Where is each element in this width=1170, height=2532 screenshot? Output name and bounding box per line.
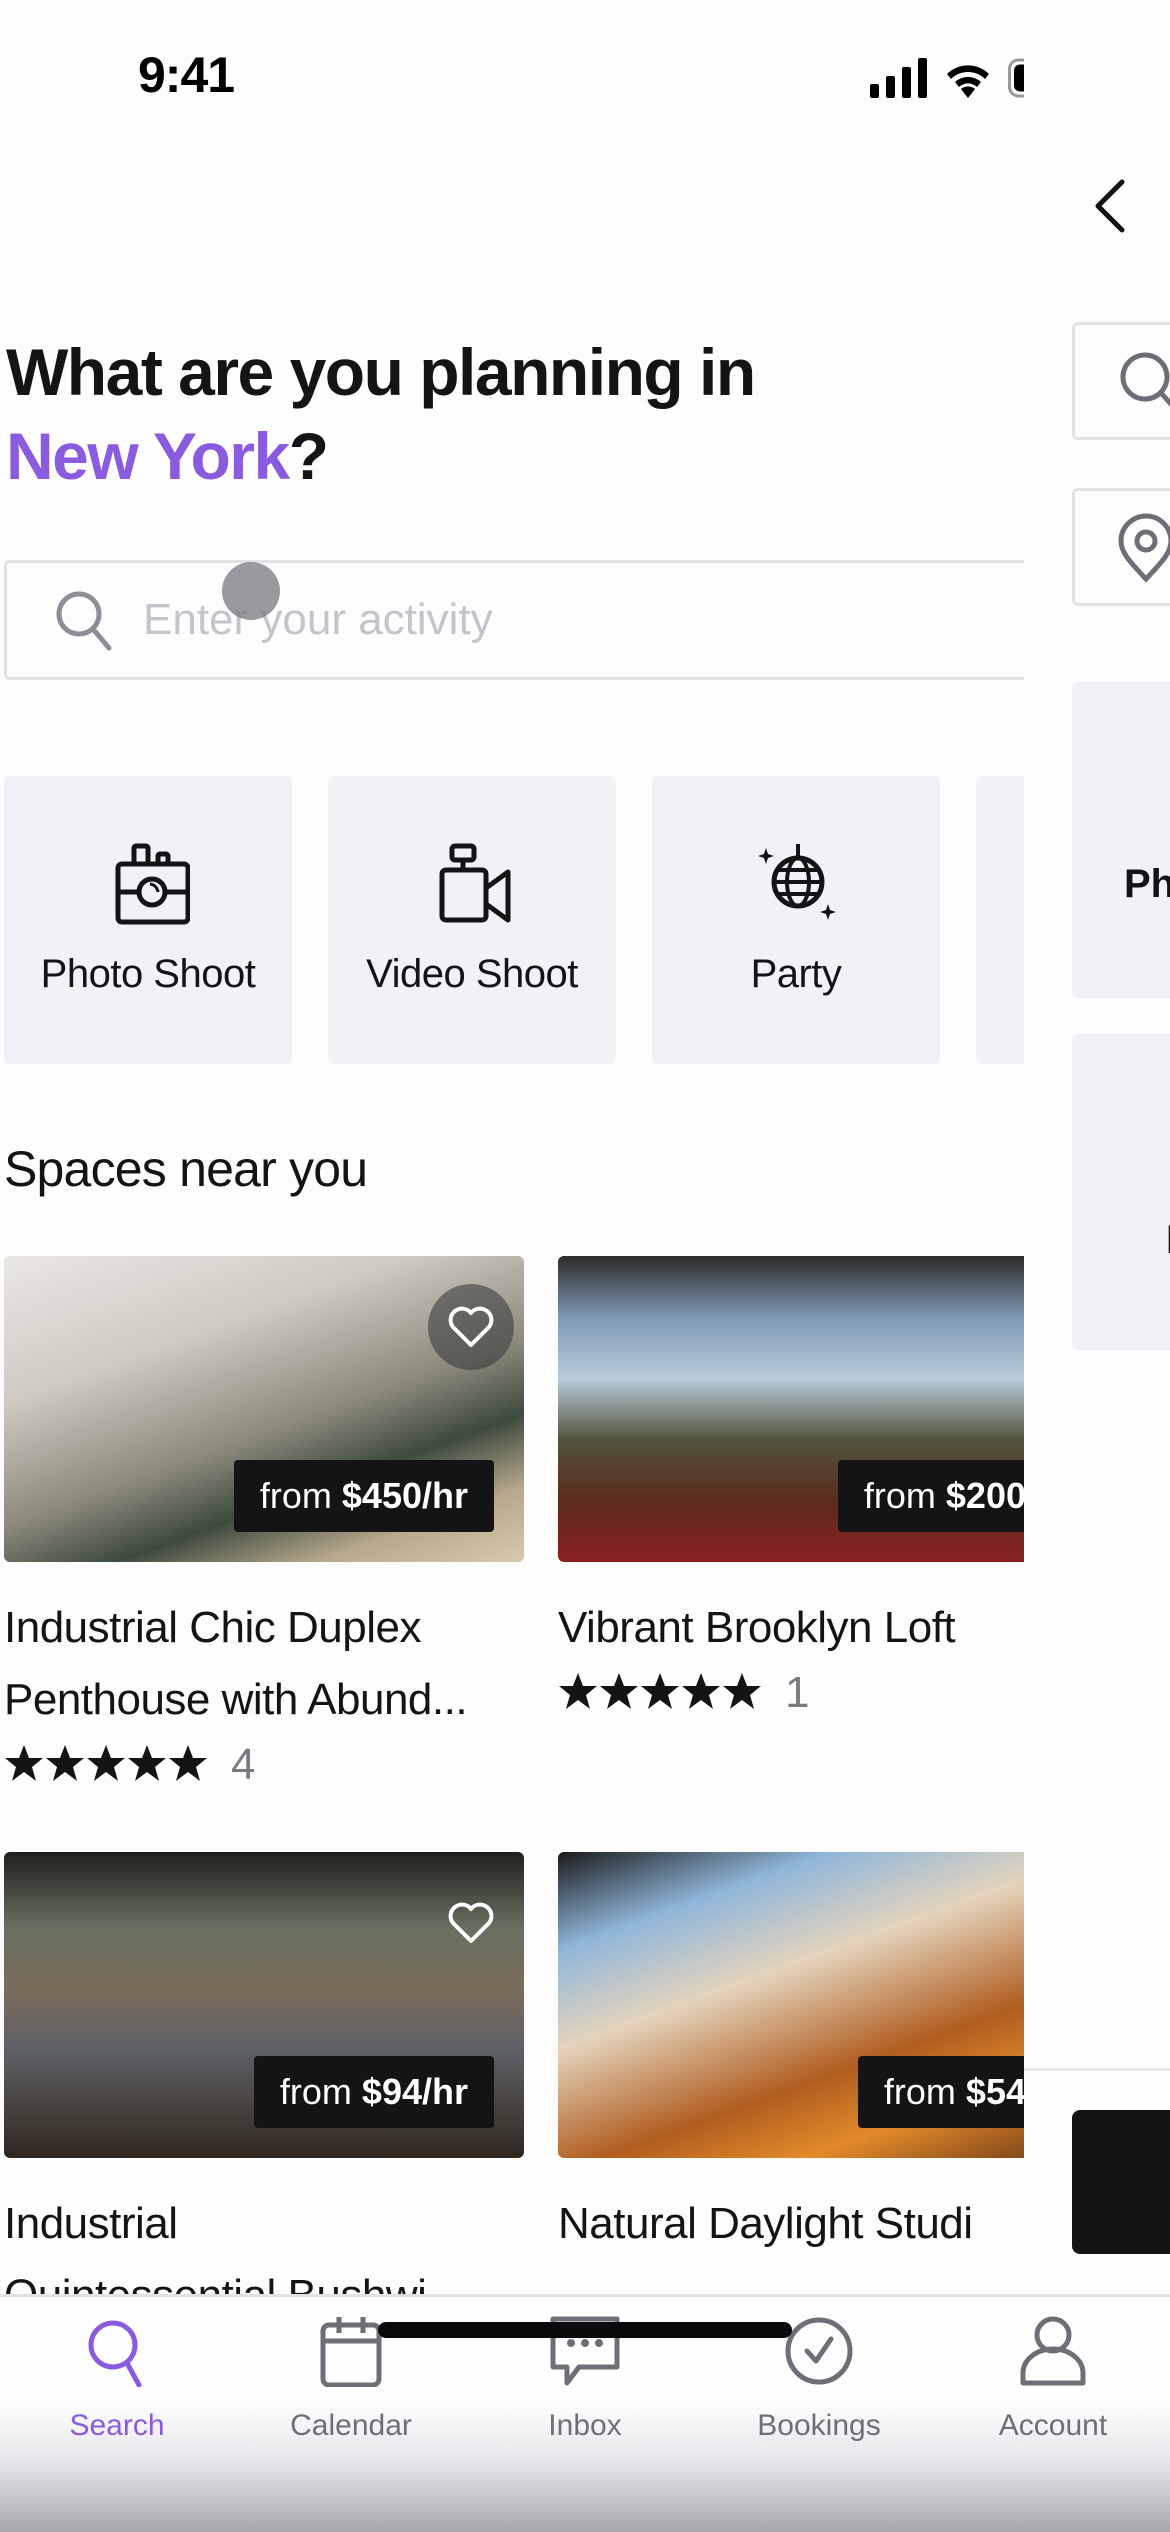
favorite-button[interactable] xyxy=(428,1880,514,1966)
price-badge: from$54/hr xyxy=(857,2056,1024,2128)
category-list: Photo Shoot Video Shoot Party xyxy=(4,776,1024,1064)
review-count: 4 xyxy=(231,1740,256,1789)
tab-account[interactable]: Account xyxy=(936,2297,1170,2443)
heart-icon xyxy=(448,1306,494,1347)
search-icon xyxy=(88,2320,142,2387)
price-prefix: from xyxy=(279,2071,352,2112)
listing-title[interactable]: Natural Daylight Studi xyxy=(558,2188,1024,2260)
next-category-card[interactable]: Ph xyxy=(1072,682,1170,998)
next-category-card[interactable]: N xyxy=(1072,1034,1170,1350)
camera-icon xyxy=(115,843,190,925)
tab-search[interactable]: Search xyxy=(0,2297,234,2443)
search-screen: What are you planning in New York? Photo… xyxy=(0,0,1024,2296)
tab-label: Account xyxy=(998,2409,1108,2442)
star-icon xyxy=(682,1672,720,1709)
home-indicator[interactable] xyxy=(378,2322,792,2338)
price-value: $200/hr xyxy=(945,1475,1024,1516)
tab-label: Calendar xyxy=(290,2409,412,2442)
price-badge: from$200/hr xyxy=(837,1460,1024,1532)
activity-search-field[interactable] xyxy=(4,560,1024,680)
listing-photo[interactable]: from$54/hr xyxy=(558,1852,1024,2158)
title-line: Quintessential Bushwi xyxy=(4,2271,427,2296)
search-icon xyxy=(56,591,112,651)
tab-inbox[interactable]: Inbox xyxy=(468,2297,702,2443)
disco-ball-icon xyxy=(758,844,836,920)
title-prefix: What are you planning in xyxy=(6,335,756,409)
category-photo-shoot[interactable]: Photo Shoot xyxy=(4,776,292,1064)
category-label: Party xyxy=(750,952,842,996)
review-count: 1 xyxy=(785,1668,810,1717)
price-prefix: from xyxy=(259,1475,332,1516)
listing-card[interactable]: from$200/hr Vibrant Brooklyn Loft 1 xyxy=(558,1256,1024,1718)
star-icon xyxy=(87,1744,125,1781)
listing-title[interactable]: Vibrant Brooklyn Loft xyxy=(558,1592,1024,1664)
category-video-shoot[interactable]: Video Shoot xyxy=(328,776,616,1064)
next-card-label: N xyxy=(1166,1218,1170,1263)
next-location-field[interactable] xyxy=(1072,488,1170,606)
price-value: $54/hr xyxy=(965,2071,1024,2112)
price-badge: from $94/hr xyxy=(253,2056,494,2128)
search-icon xyxy=(1120,352,1170,407)
star-icon xyxy=(641,1672,679,1709)
title-line: Industrial Chic Duplex xyxy=(4,1603,421,1652)
listing-title[interactable]: Industrial Chic Duplex Penthouse with Abu… xyxy=(4,1592,524,1736)
category-label: Video Shoot xyxy=(366,952,578,996)
listing-card[interactable]: from$54/hr Natural Daylight Studi xyxy=(558,1852,1024,2260)
tab-label: Bookings xyxy=(757,2409,881,2442)
title-line: Vibrant Brooklyn Loft xyxy=(558,1603,956,1652)
category-more[interactable] xyxy=(976,776,1024,1064)
listing-card[interactable]: from $450/hr Industrial Chic Duplex Pentho… xyxy=(4,1256,524,1790)
price-badge: from $450/hr xyxy=(233,1460,494,1532)
star-icon xyxy=(723,1672,761,1709)
star-rating xyxy=(4,1743,209,1788)
listing-card[interactable]: from $94/hr Industrial Quintessential Bush… xyxy=(4,1852,524,2296)
star-icon xyxy=(128,1744,166,1781)
listing-photo[interactable]: from$200/hr xyxy=(558,1256,1024,1562)
star-icon xyxy=(169,1744,207,1781)
chevron-left-icon[interactable] xyxy=(1088,176,1132,236)
title-suffix: ? xyxy=(288,419,329,493)
city-link[interactable]: New York xyxy=(6,419,290,493)
rating: 1 xyxy=(558,1668,1024,1718)
title-line: Penthouse with Abund... xyxy=(4,1675,468,1724)
star-icon xyxy=(5,1744,43,1781)
category-party[interactable]: Party xyxy=(652,776,940,1064)
next-card-label: Ph xyxy=(1124,862,1170,906)
rating: 4 xyxy=(4,1740,524,1790)
heart-icon xyxy=(448,1902,494,1943)
tab-label: Search xyxy=(69,2409,165,2442)
section-title: Spaces near you xyxy=(4,1141,368,1197)
next-search-field[interactable] xyxy=(1072,322,1170,440)
tab-calendar[interactable]: Calendar xyxy=(234,2297,468,2443)
title-line: Industrial xyxy=(4,2199,178,2248)
price-value: $450/hr xyxy=(341,1475,468,1516)
star-icon xyxy=(559,1672,597,1709)
favorite-button[interactable] xyxy=(428,1284,514,1370)
person-icon xyxy=(1020,2316,1086,2386)
next-primary-button[interactable] xyxy=(1072,2110,1170,2254)
touch-indicator xyxy=(222,562,280,620)
calendar-icon xyxy=(320,2317,382,2387)
page-title: What are you planning in New York? xyxy=(6,330,756,498)
divider xyxy=(1024,2068,1170,2071)
star-rating xyxy=(558,1671,763,1716)
category-label: Photo Shoot xyxy=(40,952,256,996)
listing-photo[interactable]: from $94/hr xyxy=(4,1852,524,2158)
star-icon xyxy=(46,1744,84,1781)
video-camera-icon xyxy=(439,843,511,923)
tab-label: Inbox xyxy=(548,2409,622,2442)
price-prefix: from xyxy=(863,1475,936,1516)
location-pin-icon xyxy=(1118,513,1170,583)
price-value: $94/hr xyxy=(361,2071,468,2112)
tab-bookings[interactable]: Bookings xyxy=(702,2297,936,2443)
next-screen-panel: Ph N xyxy=(1024,0,1170,2296)
listing-title[interactable]: Industrial Quintessential Bushwi xyxy=(4,2188,524,2296)
check-circle-icon xyxy=(785,2317,853,2385)
listing-photo[interactable]: from $450/hr xyxy=(4,1256,524,1562)
title-line: Natural Daylight Studi xyxy=(558,2199,973,2248)
price-prefix: from xyxy=(883,2071,956,2112)
star-icon xyxy=(600,1672,638,1709)
